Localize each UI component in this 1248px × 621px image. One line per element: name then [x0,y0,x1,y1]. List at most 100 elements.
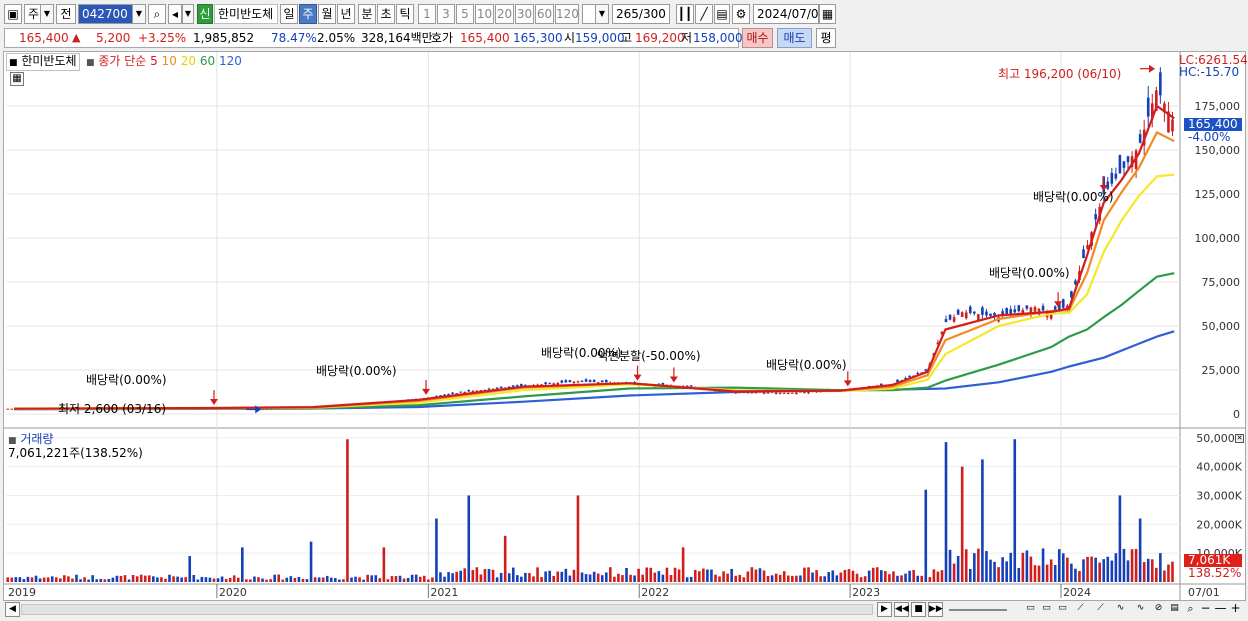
zoom-in-icon[interactable]: + [1228,602,1243,617]
scroll-right-icon[interactable]: ▶ [877,602,892,617]
volume-bar [455,571,458,582]
quote-amount: 328,164백만 [361,31,433,45]
window-menu-icon[interactable]: ▣ [4,4,22,24]
buy-button[interactable]: 매수 [742,28,773,48]
chevron-down-icon[interactable]: ▼ [40,4,54,24]
tab-year[interactable]: 년 [337,4,355,24]
volume-bar [59,578,62,582]
tab-day[interactable]: 일 [280,4,298,24]
volume-bar [1086,556,1089,582]
volume-bar [338,579,341,582]
candle-body [981,307,984,315]
zoom-slider[interactable] [949,609,1007,611]
gear-icon[interactable]: ⚙ [732,4,750,24]
interval-30[interactable]: 30 [515,4,534,24]
volume-bar [487,569,491,582]
candle-body [499,386,503,389]
print-icon[interactable]: ▤ [1167,602,1182,617]
volume-bar [1074,568,1077,582]
volume-bar [734,575,738,582]
volume-bar [38,578,42,582]
scroll-left-icon[interactable]: ◀ [5,602,20,617]
tab-week[interactable]: 주 [299,4,317,24]
volume-bar [892,571,895,582]
volume-bar [588,574,592,582]
volume-bar [718,576,721,582]
volume-bar [329,577,333,582]
stop-icon[interactable]: ■ [911,602,926,617]
evaluate-button[interactable]: 평 [816,28,836,48]
up-arrow-icon: ▲ [72,31,81,44]
scroll-bar[interactable]: ◀ ▶ ◀◀ ■ ▶▶ ▭ ▭ ▭ ⟋ ⟋ ∿ ∿ ⊘ ▤ ⌕ − — + [3,601,1246,619]
fast-forward-icon[interactable]: ▶▶ [928,602,943,617]
tab-month[interactable]: 월 [318,4,336,24]
tab-tick[interactable]: 틱 [396,4,414,24]
volume-bar [604,572,608,582]
prev-button[interactable]: 전 [56,4,76,24]
calculator-icon[interactable]: ▦ [10,72,24,86]
candle-body [956,309,960,315]
volume-bar [152,576,155,582]
date-input[interactable]: 2024/07/01 [753,4,826,24]
scroll-track[interactable] [21,604,873,615]
chart-canvas[interactable]: 175,000 150,000 125,000 100,000 75,000 50,000… [4,52,1245,600]
volume-bar [273,574,276,582]
code-dropdown-icon[interactable]: ▼ [132,4,146,24]
volume-bar [313,577,317,582]
tab-minute[interactable]: 분 [358,4,376,24]
draw-wave-icon[interactable]: ∿ [1113,602,1128,617]
volume-bar [164,578,167,582]
event-label-2019: 배당락(0.00%) [86,373,167,387]
volume-bar [289,576,293,582]
candle-body [1025,305,1029,309]
interval-10[interactable]: 10 [475,4,494,24]
volume-bar [277,574,281,582]
volume-bar [18,577,22,582]
calendar-icon[interactable]: ▦ [819,4,836,24]
interval-120[interactable]: 120 [555,4,579,24]
toggle-line-icon[interactable]: ▭ [1039,602,1054,617]
draw-arc-icon[interactable]: ∿ [1133,602,1148,617]
volume-bar [985,551,988,582]
custom-interval-dropdown-icon[interactable]: ▼ [595,4,609,24]
draw-trend-icon[interactable]: ⟋ [1073,602,1088,617]
interval-60[interactable]: 60 [535,4,554,24]
volume-bar [135,576,139,582]
speaker-dropdown-icon[interactable]: ▼ [182,4,194,24]
search-icon[interactable]: ⌕ [148,4,166,24]
interval-3[interactable]: 3 [437,4,455,24]
speaker-icon[interactable]: ◂ [168,4,182,24]
interval-1[interactable]: 1 [418,4,436,24]
zoom-out-icon[interactable]: − [1198,602,1213,617]
draw-line-icon[interactable]: ╱ [695,4,713,24]
count-field[interactable]: 265/300 [612,4,670,24]
volume-bar [350,577,353,582]
rewind-icon[interactable]: ◀◀ [894,602,909,617]
candle-icon[interactable]: ┃┃ [676,4,694,24]
volume-bar [511,567,515,582]
candle-body [467,390,471,392]
code-input[interactable]: 042700 [78,4,138,24]
chart-area[interactable]: 175,000 150,000 125,000 100,000 75,000 50,000… [3,51,1248,601]
volume-bar [617,573,620,582]
zoom-icon[interactable]: ⌕ [1183,602,1198,617]
interval-20[interactable]: 20 [495,4,514,24]
candle-body [568,380,572,383]
zoom-line-icon[interactable]: — [1213,602,1228,617]
toggle-bar-icon[interactable]: ▭ [1055,602,1070,617]
volume-bar [742,577,746,582]
sell-button[interactable]: 매도 [777,28,812,48]
close-icon[interactable]: ✕ [1235,434,1244,443]
volume-bar [916,575,919,582]
volume-bar [520,576,523,582]
interval-5[interactable]: 5 [456,4,474,24]
toggle-candle-icon[interactable]: ▭ [1023,602,1038,617]
save-icon[interactable]: ▤ [714,4,730,24]
volume-bar [677,569,681,582]
draw-fib-icon[interactable]: ⟋ [1093,602,1108,617]
draw-tools-icon[interactable]: ⊘ [1151,602,1166,617]
candle-body [1122,161,1126,168]
chart-window: ▣ 주 ▼ 전 042700 ▼ ⌕ ◂ ▼ 신 한미반도체 일 주 월 년 분… [0,0,1248,621]
tab-second[interactable]: 초 [377,4,395,24]
volume-bar [665,567,669,582]
